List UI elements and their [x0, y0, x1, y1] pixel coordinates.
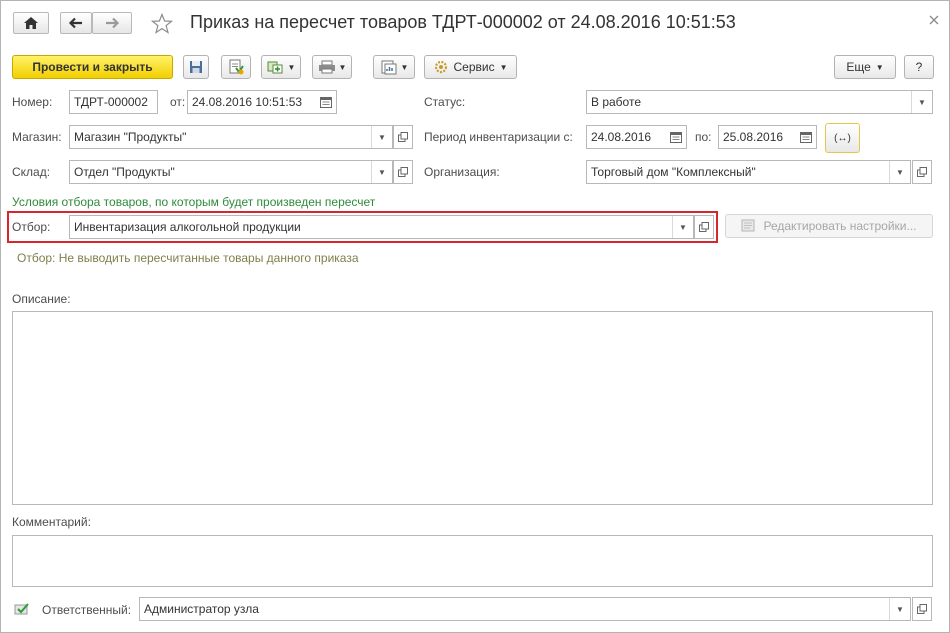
open-form-icon: [398, 167, 408, 177]
store-open-button[interactable]: [393, 125, 413, 149]
date-label: от:: [170, 95, 186, 109]
document-post-icon: [229, 59, 244, 75]
comment-textarea[interactable]: [12, 535, 933, 587]
save-button[interactable]: [183, 55, 209, 79]
open-form-icon: [699, 222, 709, 232]
home-icon: [24, 17, 38, 29]
status-label: Статус:: [424, 95, 466, 109]
chevron-down-icon[interactable]: ▼: [911, 91, 932, 113]
calendar-icon: [800, 131, 812, 143]
help-button[interactable]: ?: [904, 55, 934, 79]
calendar-button[interactable]: [666, 126, 686, 148]
number-value: ТДРТ-000002: [74, 95, 148, 109]
organization-label: Организация:: [424, 165, 500, 179]
chevron-down-icon[interactable]: ▼: [371, 161, 392, 183]
service-menu-button[interactable]: Сервис ▼: [424, 55, 517, 79]
store-value: Магазин "Продукты": [74, 130, 187, 144]
responsible-indicator: [14, 602, 30, 616]
reports-button[interactable]: ▼: [373, 55, 415, 79]
chevron-down-icon[interactable]: ▼: [889, 161, 910, 183]
forward-button[interactable]: [92, 12, 132, 34]
settings-edit-icon: [741, 219, 755, 232]
filter-open-button[interactable]: [694, 215, 714, 239]
chevron-down-icon: ▼: [400, 62, 409, 72]
create-based-on-button[interactable]: ▼: [261, 55, 301, 79]
status-select[interactable]: В работе ▼: [586, 90, 933, 114]
home-button[interactable]: [13, 12, 49, 34]
chevron-down-icon[interactable]: ▼: [371, 126, 392, 148]
chevron-down-icon: ▼: [287, 62, 296, 72]
warehouse-field[interactable]: Отдел "Продукты" ▼: [69, 160, 393, 184]
calendar-button[interactable]: [316, 91, 336, 113]
conditions-hint: Условия отбора товаров, по которым будет…: [12, 195, 376, 209]
filter-label: Отбор:: [12, 220, 51, 234]
period-select-button[interactable]: (↔): [825, 123, 860, 153]
period-select-icon: (↔): [834, 132, 851, 144]
chevron-down-icon: ▼: [499, 62, 508, 72]
post-and-close-button[interactable]: Провести и закрыть: [12, 55, 173, 79]
chevron-down-icon[interactable]: ▼: [889, 598, 910, 620]
store-label: Магазин:: [12, 130, 62, 144]
back-button[interactable]: [60, 12, 92, 34]
organization-open-button[interactable]: [912, 160, 932, 184]
service-label: Сервис: [453, 60, 495, 74]
organization-value: Торговый дом "Комплексный": [591, 165, 756, 179]
period-from-field[interactable]: 24.08.2016: [586, 125, 687, 149]
organization-field[interactable]: Торговый дом "Комплексный" ▼: [586, 160, 911, 184]
period-to-field[interactable]: 25.08.2016: [718, 125, 817, 149]
printer-icon: [318, 60, 335, 74]
responsible-check-icon: [14, 603, 29, 615]
period-from-value: 24.08.2016: [591, 130, 652, 144]
close-icon: [929, 15, 939, 25]
filter-note: Отбор: Не выводить пересчитанные товары …: [17, 251, 359, 265]
favorite-button[interactable]: [150, 12, 174, 36]
floppy-disk-icon: [190, 61, 202, 73]
date-field[interactable]: 24.08.2016 10:51:53: [187, 90, 337, 114]
open-form-icon: [917, 167, 927, 177]
calendar-icon: [320, 96, 332, 108]
gear-icon: [435, 60, 448, 74]
period-to-label: по:: [695, 130, 712, 144]
edit-settings-button[interactable]: Редактировать настройки...: [725, 214, 933, 238]
more-label: Еще: [846, 60, 871, 74]
warehouse-value: Отдел "Продукты": [74, 165, 175, 179]
open-form-icon: [398, 132, 408, 142]
chevron-down-icon: ▼: [338, 62, 347, 72]
number-label: Номер:: [12, 95, 53, 109]
responsible-field[interactable]: Администратор узла ▼: [139, 597, 911, 621]
arrow-right-icon: [106, 17, 120, 29]
close-button[interactable]: [926, 12, 942, 28]
chevron-down-icon: ▼: [875, 62, 884, 72]
status-value: В работе: [591, 95, 642, 109]
number-field[interactable]: ТДРТ-000002: [69, 90, 158, 114]
open-form-icon: [917, 604, 927, 614]
calendar-button[interactable]: [796, 126, 816, 148]
chevron-down-icon[interactable]: ▼: [672, 216, 693, 238]
responsible-label: Ответственный:: [42, 603, 132, 617]
more-menu-button[interactable]: Еще ▼: [834, 55, 896, 79]
store-field[interactable]: Магазин "Продукты" ▼: [69, 125, 393, 149]
reports-icon: [381, 60, 397, 75]
description-textarea[interactable]: [12, 311, 933, 505]
date-value: 24.08.2016 10:51:53: [192, 95, 303, 109]
arrow-left-icon: [68, 17, 82, 29]
print-button[interactable]: ▼: [312, 55, 352, 79]
responsible-open-button[interactable]: [912, 597, 932, 621]
description-label: Описание:: [12, 292, 71, 306]
responsible-value: Администратор узла: [144, 602, 259, 616]
post-button[interactable]: [221, 55, 251, 79]
warehouse-label: Склад:: [12, 165, 51, 179]
period-label: Период инвентаризации с:: [424, 130, 573, 144]
period-to-value: 25.08.2016: [723, 130, 784, 144]
calendar-icon: [670, 131, 682, 143]
comment-label: Комментарий:: [12, 515, 91, 529]
page-title: Приказ на пересчет товаров ТДРТ-000002 о…: [190, 12, 736, 32]
star-icon: [150, 12, 174, 34]
filter-field[interactable]: Инвентаризация алкогольной продукции ▼: [69, 215, 694, 239]
filter-value: Инвентаризация алкогольной продукции: [74, 220, 301, 234]
create-based-on-icon: [267, 61, 283, 74]
edit-settings-label: Редактировать настройки...: [763, 219, 917, 233]
warehouse-open-button[interactable]: [393, 160, 413, 184]
